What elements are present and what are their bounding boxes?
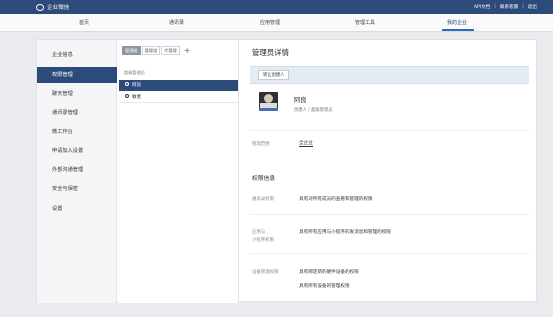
tab-admin-group[interactable]: 管理组 [122,46,141,55]
divider: | [494,4,496,9]
sidebar-item-workbench[interactable]: 微工作台 [37,124,117,140]
person-icon [125,82,129,86]
content-panel: 企业信息 权限管理 聊天管理 通讯录管理 微工作台 申请加入设置 外部沟通管理 … [36,39,538,303]
page-title: 管理员详情 [252,48,289,57]
perm-value-devices-manage: 具有所有设备的管理权限 [299,284,350,289]
logo[interactable]: 企业微信 [36,3,69,11]
user-role: 创建人 / 超级管理员 [294,108,333,113]
admin-detail: 管理员详情 转让创建人 阿良 创建人 / 超级管理员 管理范围 全企业 权限信息… [240,40,538,303]
divider: | [522,4,524,9]
admin-row-second[interactable]: 敢者 [119,92,238,103]
admin-row-aliang[interactable]: 阿良 [119,80,238,91]
nav-my-company[interactable]: 我的企业 [447,19,467,26]
scope-value-link[interactable]: 全企业 [299,140,313,147]
perm-value-contacts: 具有对所有成员的查看和管理的权限 [299,197,373,202]
contact-support-link[interactable]: 联系客服 [500,4,518,10]
api-docs-link[interactable]: API文档 [474,4,490,10]
avatar [259,92,278,111]
perm-value-devices-bind: 具有绑定新的硬件设备的权限 [299,270,359,275]
transfer-creator-button[interactable]: 转让创建人 [258,70,290,80]
scope-label: 管理范围 [252,142,270,147]
sidebar-item-external-communication[interactable]: 外部沟通管理 [37,162,117,178]
nav-contacts[interactable]: 通讯录 [169,19,184,26]
wecom-logo-icon [36,3,44,11]
admin-name: 敢者 [132,95,142,100]
sidebar-item-chat-management[interactable]: 聊天管理 [37,86,117,102]
person-icon [125,94,129,98]
nav-tools[interactable]: 管理工具 [355,19,375,26]
sidebar-item-security[interactable]: 安全与保密 [37,181,117,197]
avatar-face [264,94,273,103]
super-admin-group-label: 超级管理员 [124,70,145,75]
sidebar-item-contacts-management[interactable]: 通讯录管理 [37,105,117,121]
perm-label-devices: 设备管理权限 [252,270,279,275]
logo-text: 企业微信 [47,5,70,11]
sidebar-item-permissions[interactable]: 权限管理 [37,67,117,83]
logout-link[interactable]: 退出 [528,4,537,10]
admin-tabs: 管理组 管理组 代管理 + [122,46,190,55]
add-tab-icon[interactable]: + [181,46,191,55]
tab-admin-group-2[interactable]: 管理组 [141,46,161,55]
sidebar-item-join-settings[interactable]: 申请加入设置 [37,143,117,159]
sidebar-item-company-info[interactable]: 企业信息 [37,47,117,63]
avatar-stripe [259,108,278,111]
perm-value-apps: 具有所有应用与小程序的发消息和管理的权限 [299,230,391,235]
tab-delegated-admin[interactable]: 代管理 [161,46,180,55]
detail-toolbar: 转让创建人 [250,66,529,84]
active-nav-indicator [442,29,474,31]
user-name: 阿良 [294,97,307,104]
admin-list-panel: 管理组 管理组 代管理 + 超级管理员 阿良 敢者 [118,40,239,303]
nav-apps[interactable]: 应用管理 [260,19,280,26]
permissions-heading: 权限信息 [252,176,276,182]
perm-label-contacts: 通讯录权限 [252,197,274,202]
nav-home[interactable]: 首页 [79,19,89,26]
sidebar-item-settings[interactable]: 设置 [37,201,117,217]
divider [250,130,529,131]
admin-name: 阿良 [132,83,142,88]
top-links: API文档 | 联系客服 | 退出 [474,4,537,10]
top-bar: 企业微信 API文档 | 联系客服 | 退出 [0,0,553,14]
divider [250,214,529,215]
perm-label-apps: 应用与 小程序权限 [252,230,274,243]
divider [250,253,529,254]
sidebar: 企业信息 权限管理 聊天管理 通讯录管理 微工作台 申请加入设置 外部沟通管理 … [37,40,117,303]
